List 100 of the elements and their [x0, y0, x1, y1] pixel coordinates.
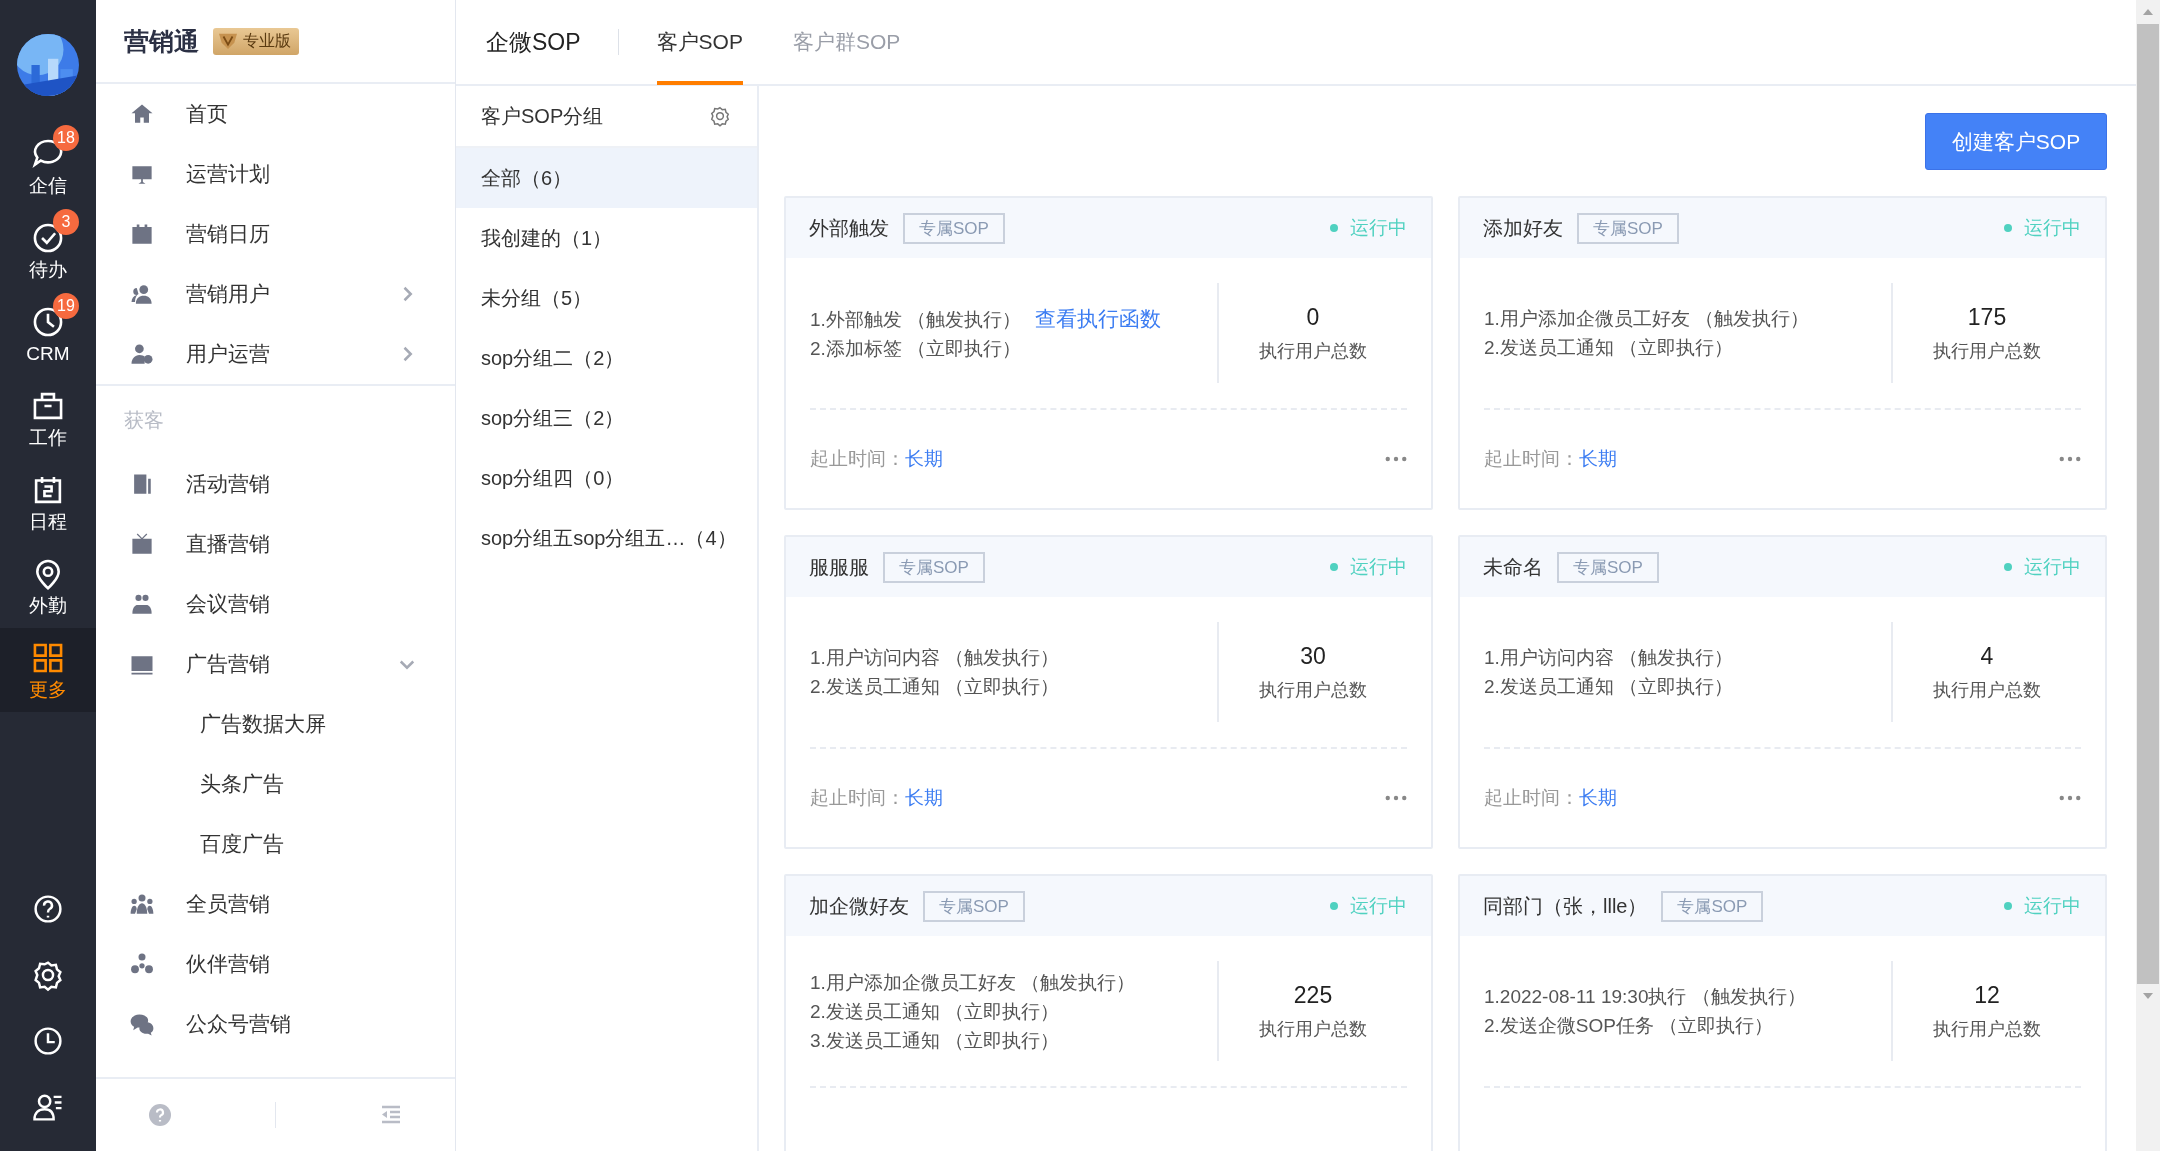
- period-label: 起止时间：: [1484, 447, 1579, 471]
- group-item[interactable]: sop分组三（2）: [456, 388, 757, 448]
- period-value: 长期: [1579, 447, 1617, 471]
- scrollbar[interactable]: [2136, 0, 2160, 1151]
- sop-tag: 专属SOP: [903, 212, 1005, 244]
- period-label: 起止时间：: [810, 786, 905, 810]
- nav-item[interactable]: 活动营销: [96, 454, 455, 514]
- v-shield-icon: [217, 32, 239, 50]
- edition-label: 专业版: [243, 30, 291, 51]
- sop-tag: 专属SOP: [1661, 890, 1764, 922]
- scroll-up-icon[interactable]: [2142, 8, 2154, 16]
- count-label: 执行用户总数: [1259, 1017, 1367, 1041]
- nav-item[interactable]: 广告营销: [96, 634, 455, 694]
- nav-item[interactable]: 营销日历: [96, 204, 455, 264]
- period-value: 长期: [905, 447, 943, 471]
- nav-item[interactable]: 营销用户: [96, 264, 455, 324]
- step-text: 2.发送员工通知 （立即执行）: [810, 1000, 1060, 1022]
- nav-item[interactable]: 直播营销: [96, 514, 455, 574]
- count-label: 执行用户总数: [1259, 678, 1367, 702]
- step-text: 2.发送企微SOP任务 （立即执行）: [1484, 1015, 1774, 1036]
- user-count: 175: [1967, 303, 2007, 331]
- step-text: 1.用户添加企微员工好友 （触发执行）: [1484, 308, 1810, 329]
- sop-tag: 专属SOP: [1557, 551, 1659, 583]
- period-label: 起止时间：: [1484, 786, 1579, 810]
- card-title: 添加好友: [1483, 215, 1563, 241]
- status-label: 运行中: [1350, 555, 1407, 579]
- count-label: 执行用户总数: [1933, 678, 2041, 702]
- rail-item[interactable]: 日程: [0, 460, 96, 544]
- group-item[interactable]: 全部（6）: [456, 148, 757, 208]
- rail-label: 更多: [29, 679, 67, 701]
- group-item[interactable]: sop分组二（2）: [456, 328, 757, 388]
- status-label: 运行中: [2024, 555, 2081, 579]
- rail-item[interactable]: 外勤: [0, 544, 96, 628]
- brand-name: 营销通: [124, 25, 199, 57]
- rail-label: 待办: [29, 259, 67, 281]
- status-dot: [1330, 563, 1338, 571]
- period-label: 起止时间：: [810, 447, 905, 471]
- more-icon[interactable]: [2059, 795, 2081, 801]
- sop-tag: 专属SOP: [1577, 212, 1679, 244]
- user-count: 4: [1980, 642, 1994, 670]
- step-text: 2.发送员工通知 （立即执行）: [810, 676, 1060, 697]
- create-button[interactable]: 创建客户SOP: [1925, 113, 2107, 170]
- group-item[interactable]: sop分组四（0）: [456, 448, 757, 508]
- count-label: 执行用户总数: [1933, 339, 2041, 363]
- more-icon[interactable]: [2059, 456, 2081, 462]
- status-label: 运行中: [1350, 894, 1407, 918]
- tab[interactable]: 客户SOP: [656, 0, 743, 85]
- panel-title: 客户SOP分组: [481, 103, 604, 129]
- card-title: 同部门（张，llle）: [1483, 893, 1648, 919]
- count-badge: 19: [53, 293, 79, 319]
- status-label: 运行中: [2024, 894, 2081, 918]
- status-dot: [1330, 902, 1338, 910]
- step-text: 1.用户添加企微员工好友 （触发执行）: [810, 971, 1136, 993]
- user-count: 0: [1306, 303, 1320, 331]
- rail-label: 工作: [29, 427, 67, 449]
- nav-subitem[interactable]: 广告数据大屏: [96, 694, 455, 754]
- step-text: 1.用户访问内容 （触发执行）: [810, 647, 1060, 668]
- status-dot: [1330, 224, 1338, 232]
- nav-item[interactable]: 首页: [96, 84, 455, 144]
- group-item[interactable]: 未分组（5）: [456, 268, 757, 328]
- card-title: 加企微好友: [809, 893, 909, 919]
- status-dot: [2004, 224, 2012, 232]
- nav-subitem[interactable]: 头条广告: [96, 754, 455, 814]
- status-dot: [2004, 563, 2012, 571]
- count-label: 执行用户总数: [1933, 1017, 2041, 1041]
- step-text: 2.发送员工通知 （立即执行）: [1484, 676, 1734, 697]
- status-label: 运行中: [2024, 216, 2081, 240]
- nav-item[interactable]: 运营计划: [96, 144, 455, 204]
- function-link[interactable]: 查看执行函数: [1035, 306, 1162, 330]
- rail-label: 外勤: [29, 595, 67, 617]
- sop-tag: 专属SOP: [923, 890, 1025, 922]
- card-title: 服服服: [809, 554, 869, 580]
- group-item[interactable]: sop分组五sop分组五…（4）: [456, 508, 757, 568]
- rail-item[interactable]: 18 企信: [0, 124, 96, 208]
- rail-item[interactable]: 19 CRM: [0, 292, 96, 376]
- scroll-down-icon[interactable]: [2142, 992, 2154, 1000]
- rail-item[interactable]: 3 待办: [0, 208, 96, 292]
- more-icon[interactable]: [1385, 456, 1407, 462]
- period-value: 长期: [1579, 786, 1617, 810]
- user-count: 30: [1300, 642, 1326, 670]
- rail-item[interactable]: 更多: [0, 628, 96, 712]
- group-item[interactable]: 我创建的（1）: [456, 208, 757, 268]
- user-count: 12: [1974, 981, 2000, 1009]
- nav-item[interactable]: 用户运营: [96, 324, 455, 384]
- nav-item[interactable]: 全员营销: [96, 874, 455, 934]
- rail-item[interactable]: 工作: [0, 376, 96, 460]
- more-icon[interactable]: [1385, 795, 1407, 801]
- nav-item[interactable]: 会议营销: [96, 574, 455, 634]
- count-badge: 18: [53, 125, 79, 151]
- nav-item[interactable]: 公众号营销: [96, 994, 455, 1054]
- count-label: 执行用户总数: [1259, 339, 1367, 363]
- card-title: 未命名: [1483, 554, 1543, 580]
- step-text: 1.用户访问内容 （触发执行）: [1484, 647, 1734, 668]
- count-badge: 3: [53, 209, 79, 235]
- period-value: 长期: [905, 786, 943, 810]
- nav-subitem[interactable]: 百度广告: [96, 814, 455, 874]
- page-title: 企微SOP: [486, 27, 581, 57]
- sop-tag: 专属SOP: [883, 551, 985, 583]
- section-heading: 获客: [123, 408, 165, 433]
- nav-item[interactable]: 伙伴营销: [96, 934, 455, 994]
